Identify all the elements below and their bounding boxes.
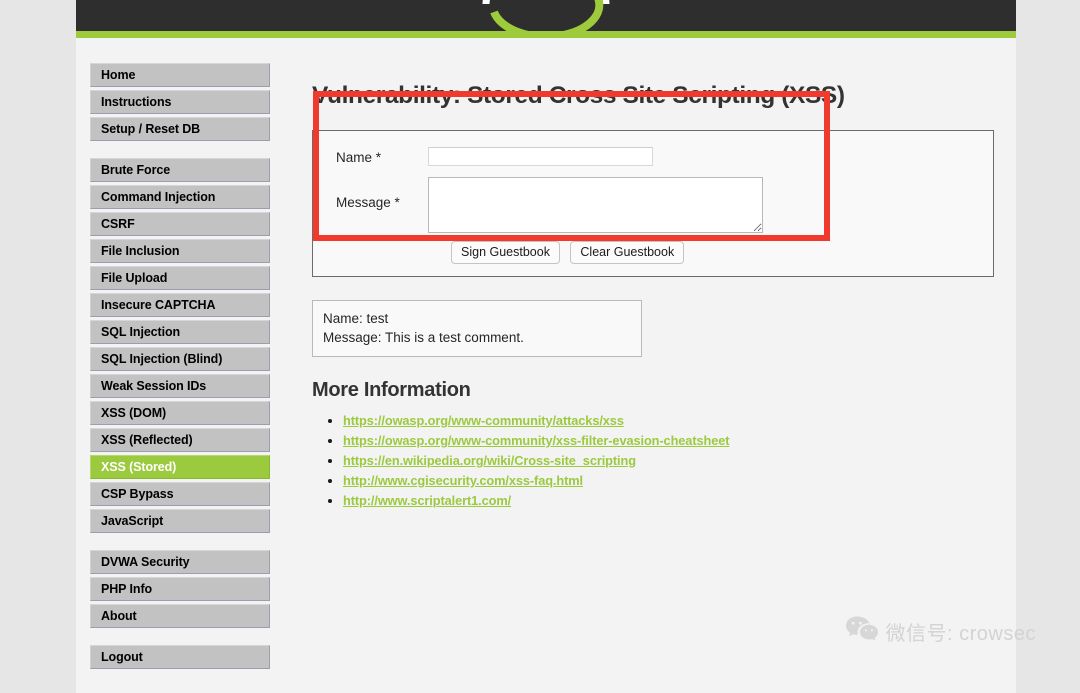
- sidebar-item-xss-stored[interactable]: XSS (Stored): [90, 455, 270, 479]
- list-item: https://owasp.org/www-community/xss-filt…: [343, 432, 1016, 450]
- reference-link-wikipedia-xss[interactable]: https://en.wikipedia.org/wiki/Cross-site…: [343, 453, 636, 468]
- sidebar-item-php-info[interactable]: PHP Info: [90, 577, 270, 601]
- watermark: 微信号: crowsec: [845, 615, 1036, 647]
- sidebar-item-about[interactable]: About: [90, 604, 270, 628]
- sidebar-nav: Home Instructions Setup / Reset DB Brute…: [76, 38, 286, 686]
- nav-group-meta: DVWA Security PHP Info About: [90, 550, 286, 628]
- sidebar-item-weak-session-ids[interactable]: Weak Session IDs: [90, 374, 270, 398]
- nav-group-vulnerabilities: Brute Force Command Injection CSRF File …: [90, 158, 286, 533]
- sidebar-item-csp-bypass[interactable]: CSP Bypass: [90, 482, 270, 506]
- sidebar-item-xss-dom[interactable]: XSS (DOM): [90, 401, 270, 425]
- name-label: Name *: [336, 150, 382, 165]
- sidebar-item-xss-reflected[interactable]: XSS (Reflected): [90, 428, 270, 452]
- name-row: Name *: [313, 147, 993, 169]
- sidebar-item-home[interactable]: Home: [90, 63, 270, 87]
- svg-text:DVWA: DVWA: [507, 0, 585, 2]
- list-item: https://owasp.org/www-community/attacks/…: [343, 412, 1016, 430]
- entry-name: Name: test: [323, 311, 389, 326]
- reference-link-owasp-xss[interactable]: https://owasp.org/www-community/attacks/…: [343, 413, 624, 428]
- page-title: Vulnerability: Stored Cross Site Scripti…: [312, 82, 845, 109]
- sidebar-item-file-inclusion[interactable]: File Inclusion: [90, 239, 270, 263]
- clear-guestbook-button[interactable]: Clear Guestbook: [570, 241, 685, 264]
- nav-group-general: Home Instructions Setup / Reset DB: [90, 63, 286, 141]
- sign-guestbook-button[interactable]: Sign Guestbook: [451, 241, 560, 264]
- sidebar-item-csrf[interactable]: CSRF: [90, 212, 270, 236]
- site-header: DVWA: [76, 0, 1016, 31]
- guestbook-button-row: Sign Guestbook Clear Guestbook: [313, 241, 993, 264]
- watermark-text: 微信号: crowsec: [885, 622, 1036, 645]
- sidebar-item-command-injection[interactable]: Command Injection: [90, 185, 270, 209]
- sidebar-item-brute-force[interactable]: Brute Force: [90, 158, 270, 182]
- more-information-heading: More Information: [312, 379, 471, 401]
- reference-link-scriptalert1[interactable]: http://www.scriptalert1.com/: [343, 493, 511, 508]
- dvwa-logo: DVWA: [446, 0, 646, 31]
- main-content: Vulnerability: Stored Cross Site Scripti…: [286, 38, 1016, 512]
- nav-group-session: Logout: [90, 645, 286, 669]
- sidebar-item-sql-injection[interactable]: SQL Injection: [90, 320, 270, 344]
- message-label: Message *: [336, 195, 400, 210]
- sidebar-item-setup-reset-db[interactable]: Setup / Reset DB: [90, 117, 270, 141]
- sidebar-item-file-upload[interactable]: File Upload: [90, 266, 270, 290]
- name-input[interactable]: [428, 147, 653, 166]
- sidebar-item-logout[interactable]: Logout: [90, 645, 270, 669]
- sidebar-item-insecure-captcha[interactable]: Insecure CAPTCHA: [90, 293, 270, 317]
- sidebar-item-sql-injection-blind[interactable]: SQL Injection (Blind): [90, 347, 270, 371]
- body-area: Home Instructions Setup / Reset DB Brute…: [76, 38, 1016, 693]
- sidebar-item-dvwa-security[interactable]: DVWA Security: [90, 550, 270, 574]
- sidebar-item-javascript[interactable]: JavaScript: [90, 509, 270, 533]
- message-textarea[interactable]: [428, 177, 763, 233]
- vulnerability-panel: Name * Message * Sign Guestbook Clear Gu…: [312, 130, 994, 277]
- entry-message: Message: This is a test comment.: [323, 330, 524, 345]
- reference-link-owasp-cheatsheet[interactable]: https://owasp.org/www-community/xss-filt…: [343, 433, 730, 448]
- app-root: DVWA Home Instructions Setup / Reset DB …: [0, 0, 1080, 693]
- guestbook-entry: Name: test Message: This is a test comme…: [312, 300, 642, 357]
- wechat-icon: [845, 615, 879, 647]
- list-item: http://www.scriptalert1.com/: [343, 492, 1016, 510]
- reference-link-cgisecurity-faq[interactable]: http://www.cgisecurity.com/xss-faq.html: [343, 473, 583, 488]
- message-row: Message *: [313, 177, 993, 233]
- list-item: http://www.cgisecurity.com/xss-faq.html: [343, 472, 1016, 490]
- reference-link-list: https://owasp.org/www-community/attacks/…: [312, 412, 1016, 510]
- list-item: https://en.wikipedia.org/wiki/Cross-site…: [343, 452, 1016, 470]
- accent-bar: [76, 31, 1016, 38]
- sidebar-item-instructions[interactable]: Instructions: [90, 90, 270, 114]
- guestbook-form: Name * Message * Sign Guestbook Clear Gu…: [313, 147, 993, 264]
- page-container: DVWA Home Instructions Setup / Reset DB …: [76, 0, 1016, 693]
